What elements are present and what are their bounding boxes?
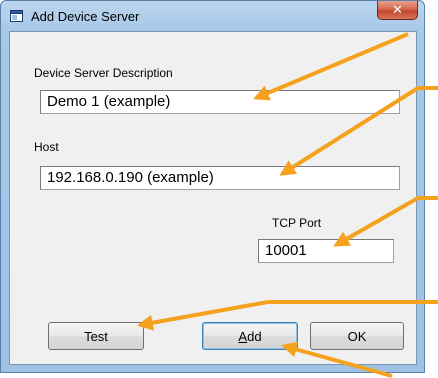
description-label: Device Server Description	[34, 66, 173, 80]
host-label: Host	[34, 140, 59, 154]
add-button-label-rest: dd	[247, 328, 262, 344]
description-input[interactable]: Demo 1 (example)	[40, 90, 400, 114]
window-title: Add Device Server	[31, 9, 140, 24]
tcp-port-label: TCP Port	[272, 216, 322, 230]
test-button-label: Test	[84, 328, 108, 344]
add-button[interactable]: Add	[202, 322, 298, 350]
host-input[interactable]: 192.168.0.190 (example)	[40, 166, 400, 190]
add-button-accelerator: A	[238, 328, 248, 344]
dialog-client-area: Device Server Description Demo 1 (exampl…	[9, 31, 417, 365]
ok-button-label: OK	[347, 328, 367, 344]
tcp-port-input[interactable]: 10001	[258, 239, 394, 263]
test-button[interactable]: Test	[48, 322, 144, 350]
dialog-window: Add Device Server ✕ Device Server Descri…	[0, 0, 425, 373]
ok-button[interactable]: OK	[310, 322, 404, 350]
close-button[interactable]: ✕	[377, 1, 418, 20]
title-bar[interactable]: Add Device Server ✕	[1, 1, 424, 31]
app-window-icon	[10, 10, 23, 22]
close-icon: ✕	[392, 2, 403, 17]
add-button-label: Add	[238, 329, 261, 344]
